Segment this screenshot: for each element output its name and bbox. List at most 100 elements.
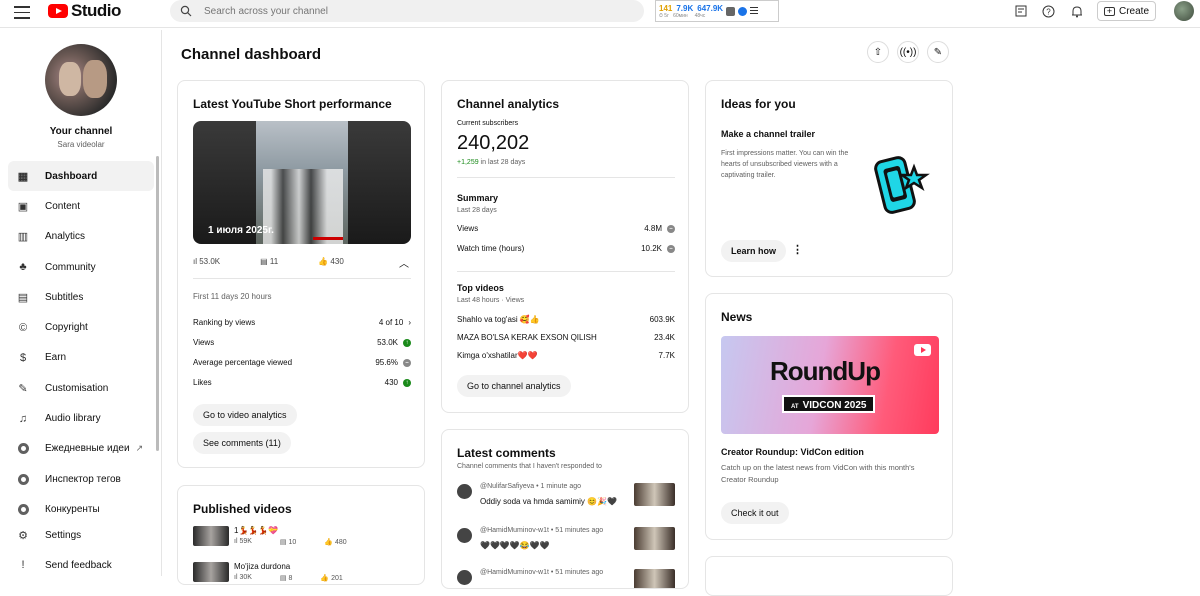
commenter-avatar[interactable] [457, 484, 472, 499]
top-video-row[interactable]: Shahlo va tog'asi 🥰👍 603.9K [457, 315, 675, 324]
subscribers-count: 240,202 [457, 132, 530, 154]
sidebar-item-community[interactable]: ♣ Community [8, 252, 154, 282]
published-videos-card: Published videos 1💃💃💃💝 ıl 59K ▤ 10 👍 480 M… [177, 485, 425, 585]
video-thumbnail[interactable] [193, 562, 229, 582]
sidebar-item-earn[interactable]: $ Earn [8, 343, 154, 373]
news-headline: Creator Roundup: VidCon edition [721, 447, 864, 457]
check-it-out-button[interactable]: Check it out [721, 502, 789, 524]
ideas-card: Ideas for you Make a channel trailer Fir… [705, 80, 953, 277]
ext-circle-icon[interactable] [738, 6, 748, 16]
search-input[interactable] [204, 5, 604, 17]
menu-icon[interactable] [14, 6, 30, 20]
external-link-icon: ↗ [135, 443, 144, 454]
top-video-row[interactable]: MAZA BO'LSA KERAK EXSON QILISH 23.4K [457, 333, 675, 342]
audio-library-icon: ♫ [18, 412, 28, 425]
news-text: Catch up on the latest news from VidCon … [721, 463, 915, 484]
copyright-icon: © [18, 321, 28, 334]
sidebar-item-label: Subtitles [45, 291, 84, 303]
sidebar-item-label: Earn [45, 352, 67, 364]
captions-icon[interactable] [1011, 1, 1031, 21]
studio-logo[interactable]: Studio [48, 1, 121, 21]
comment-video-thumbnail[interactable] [634, 483, 675, 506]
card-title: Latest YouTube Short performance [193, 97, 392, 111]
ext-num-1: 141 [659, 3, 673, 13]
neutral-info-icon[interactable]: – [667, 224, 675, 233]
sidebar-item-audio-library[interactable]: ♫ Audio library [8, 403, 154, 433]
create-button[interactable]: + Create [1096, 1, 1156, 21]
comment-video-thumbnail[interactable] [634, 527, 675, 550]
account-avatar[interactable] [1174, 1, 1194, 21]
positive-info-icon[interactable]: ↑ [403, 378, 411, 387]
sidebar-item-analytics[interactable]: ▥ Analytics [8, 222, 154, 252]
go-live-icon[interactable]: ((•)) [897, 41, 919, 63]
sidebar-item-tag-inspector[interactable]: Инспектор тегов [8, 464, 154, 494]
see-comments-button[interactable]: See comments (11) [193, 432, 291, 454]
ext-menu-icon[interactable] [750, 6, 759, 16]
ext-square-icon[interactable] [726, 6, 736, 16]
channel-avatar[interactable] [45, 44, 117, 116]
create-label: Create [1118, 5, 1149, 17]
sidebar-item-dashboard[interactable]: ▦ Dashboard [8, 161, 154, 192]
go-to-video-analytics-button[interactable]: Go to video analytics [193, 404, 297, 426]
comment-item[interactable]: @NulifarSafiyeva • 1 minute ago Oddiy so… [457, 482, 675, 512]
summary-row: Views 4.8M – [457, 224, 675, 233]
comments-value: 11 [269, 257, 279, 266]
comment-video-thumbnail[interactable] [634, 569, 675, 588]
row-value: 430 [384, 378, 398, 387]
bell-icon[interactable] [1067, 1, 1087, 21]
community-icon: ♣ [19, 261, 27, 274]
published-video-row[interactable]: Mo'jiza durdona ıl 30K ▤ 8 👍 201 [193, 562, 411, 584]
sidebar-item-settings[interactable]: ⚙ Settings [8, 520, 154, 550]
sidebar-item-copyright[interactable]: © Copyright [8, 312, 154, 342]
sidebar-item-label: Send feedback [45, 559, 112, 571]
sidebar-item-daily-ideas[interactable]: Ежедневные идеи ↗ [8, 434, 154, 464]
top-video-row[interactable]: Kimga o'xshatilar❤️❤️ 7.7K [457, 351, 675, 360]
sidebar-item-label: Audio library [45, 413, 101, 425]
learn-how-button[interactable]: Learn how [721, 240, 787, 262]
earn-icon: $ [19, 351, 27, 364]
search-bar[interactable] [170, 0, 644, 22]
comment-item[interactable]: @HamidMuminov-w1t • 51 minutes ago [457, 568, 675, 588]
sidebar: Your channel Sara videolar ▦ Dashboard ▣ C… [0, 30, 162, 576]
likes-row: Likes 430 ↑ [193, 378, 411, 387]
go-to-channel-analytics-button[interactable]: Go to channel analytics [457, 375, 571, 397]
ext-sub-3: 48чс [694, 12, 706, 19]
comment-author: @NulifarSafiyeva • 1 minute ago [480, 483, 581, 490]
comment-item[interactable]: @HamidMuminov-w1t • 51 minutes ago 🖤🖤🖤🖤😂… [457, 526, 675, 556]
comment-text: Oddiy soda va hmda samimiy 😊🎉🖤 [480, 497, 618, 506]
commenter-avatar[interactable] [457, 570, 472, 585]
positive-info-icon[interactable]: ↑ [403, 338, 411, 347]
channel-subtitle: Sara videolar [57, 140, 105, 149]
news-image-at: AT [791, 404, 799, 410]
sidebar-item-content[interactable]: ▣ Content [8, 191, 154, 221]
upload-icon[interactable]: ⇧ [867, 41, 889, 63]
sidebar-item-customisation[interactable]: ✎ Customisation [8, 373, 154, 403]
sidebar-item-label: Content [45, 200, 81, 212]
idea-title: Make a channel trailer [721, 129, 816, 139]
news-image[interactable]: RoundUp AT VIDCON 2025 [721, 336, 939, 434]
neutral-info-icon[interactable]: – [403, 358, 411, 367]
video-likes: 201 [331, 575, 343, 582]
extension-widget[interactable]: 141 7.9K 647.9K ⏱ 5г 60мин 48чс [655, 0, 779, 22]
comment-author: @HamidMuminov-w1t • 51 minutes ago [480, 569, 604, 576]
subscribers-change-value: +1,259 [457, 159, 479, 166]
channel-analytics-card: Channel analytics Current subscribers 24… [441, 80, 689, 413]
sidebar-item-subtitles[interactable]: ▤ Subtitles [8, 282, 154, 312]
sidebar-scrollbar[interactable] [156, 156, 159, 451]
create-post-icon[interactable]: ✎ [927, 41, 949, 63]
sidebar-nav: ▦ Dashboard ▣ Content ▥ Analytics ♣ Communit… [8, 161, 154, 525]
more-options-icon[interactable]: ⋮ [792, 243, 803, 256]
help-icon[interactable]: ? [1039, 1, 1059, 21]
neutral-info-icon[interactable]: – [667, 244, 675, 253]
commenter-avatar[interactable] [457, 528, 472, 543]
ext-sub-1: ⏱ 5г [659, 12, 669, 19]
ext-sub-2: 60мин [673, 12, 688, 19]
chevron-up-icon[interactable]: ︿ [399, 255, 409, 270]
video-thumbnail[interactable] [193, 526, 229, 546]
short-thumbnail[interactable]: 1 июля 2025г. [193, 121, 411, 244]
ranking-row[interactable]: Ranking by views 4 of 10 › [193, 318, 411, 327]
summary-title: Summary [457, 193, 499, 203]
news-image-title: RoundUp [770, 356, 881, 386]
published-video-row[interactable]: 1💃💃💃💝 ıl 59K ▤ 10 👍 480 [193, 526, 411, 554]
chevron-right-icon[interactable]: › [408, 318, 411, 327]
